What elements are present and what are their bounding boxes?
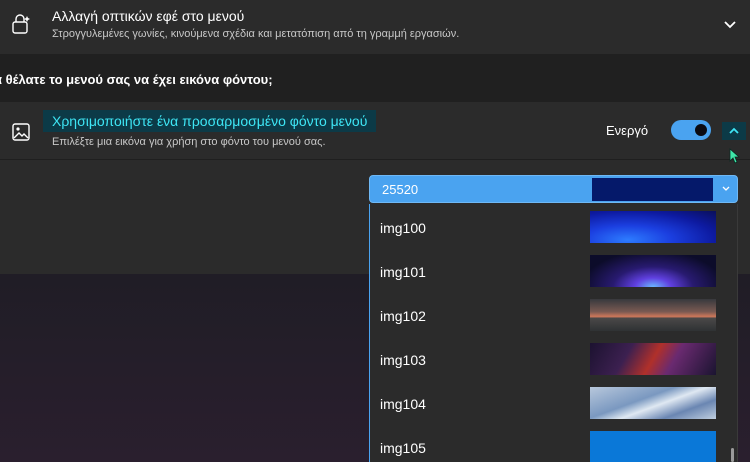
image-select[interactable]: 25520 [369,175,738,203]
toggle-state-label: Ενεργό [606,123,649,138]
dropdown-scrollbar[interactable] [731,448,734,462]
option-label: img103 [380,352,426,368]
image-icon [12,123,30,141]
option-label: img101 [380,264,426,280]
custom-background-title: Χρησιμοποιήστε ένα προσαρμοσμένο φόντο μ… [43,110,377,132]
option-thumbnail [590,255,716,287]
background-question: α θέλατε το μενού σας να έχει εικόνα φόν… [0,54,750,102]
option-label: img105 [380,440,426,456]
list-item[interactable]: img104 [370,381,737,425]
toggle-knob [695,124,707,136]
list-item[interactable]: img100 [370,205,737,249]
option-label: img104 [380,396,426,412]
image-select-value: 25520 [382,182,419,197]
visual-effects-subtitle: Στρογγυλεμένες γωνίες, κινούμενα σχέδια … [52,28,460,40]
list-item[interactable]: img103 [370,337,737,381]
option-thumbnail [590,431,716,462]
selected-image-swatch [592,178,713,201]
option-thumbnail [590,211,716,243]
list-item[interactable]: img102 [370,293,737,337]
custom-background-row: Χρησιμοποιήστε ένα προσαρμοσμένο φόντο μ… [0,102,750,160]
custom-background-toggle[interactable] [671,120,711,140]
option-label: img102 [380,308,426,324]
sparkle-settings-icon [12,14,30,34]
custom-background-subtitle: Επιλέξτε μια εικόνα για χρήση στο φόντο … [52,136,326,148]
chevron-down-icon[interactable] [722,16,738,32]
list-item[interactable]: img101 [370,249,737,293]
list-item[interactable]: img105 [370,425,737,462]
mouse-cursor-icon [729,148,741,164]
background-question-text: α θέλατε το μενού σας να έχει εικόνα φόν… [0,72,273,87]
image-dropdown-list: img100 img101 img102 img103 img104 img10… [369,204,738,462]
collapse-button[interactable] [722,122,746,140]
visual-effects-card[interactable]: Αλλαγή οπτικών εφέ στο μενού Στρογγυλεμέ… [0,0,750,54]
option-label: img100 [380,220,426,236]
visual-effects-title: Αλλαγή οπτικών εφέ στο μενού [52,8,245,24]
chevron-up-icon [729,127,739,134]
option-thumbnail [590,343,716,375]
option-thumbnail [590,299,716,331]
option-thumbnail [590,387,716,419]
chevron-down-icon [722,186,730,191]
